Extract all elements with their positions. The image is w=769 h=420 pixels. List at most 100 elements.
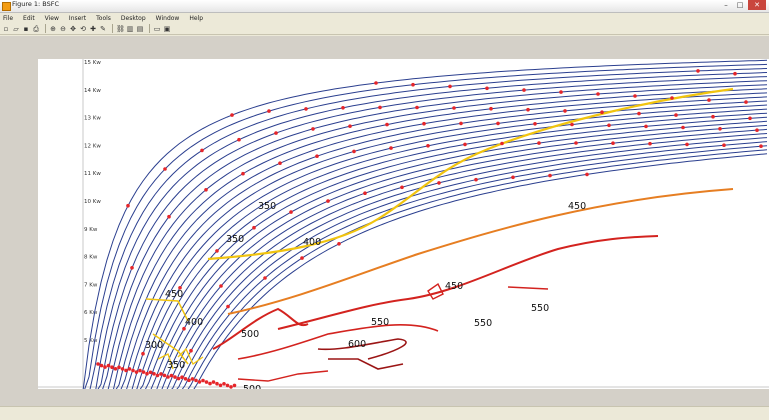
- data-point: [229, 385, 233, 389]
- data-point: [485, 86, 489, 91]
- y-tick-label: 13 Kw: [84, 116, 101, 122]
- data-point: [163, 167, 167, 171]
- data-point: [448, 84, 452, 89]
- data-point: [130, 266, 134, 270]
- data-point: [187, 378, 191, 383]
- y-tick-label: 14 Kw: [84, 88, 101, 94]
- menu-insert[interactable]: Insert: [69, 15, 86, 22]
- data-point: [570, 122, 574, 127]
- data-point: [352, 149, 356, 154]
- data-point: [189, 348, 193, 353]
- zoom-in-icon[interactable]: ⊕: [49, 25, 57, 33]
- minimize-button[interactable]: –: [720, 0, 732, 10]
- maximize-button[interactable]: □: [734, 0, 746, 10]
- data-point: [201, 378, 205, 383]
- data-point: [103, 365, 107, 369]
- data-point: [194, 378, 198, 383]
- data-point: [389, 146, 393, 150]
- link-icon[interactable]: ⛓: [116, 25, 125, 33]
- menu-tools[interactable]: Tools: [96, 15, 111, 22]
- bsfc-plot-axes[interactable]: 5 Kw 6 Kw 7 Kw 8 Kw 9 Kw 10 Kw 11 Kw 12 Kw 13 Kw…: [38, 59, 769, 389]
- show-tools-icon[interactable]: ▣: [163, 25, 171, 33]
- data-point: [138, 368, 142, 373]
- data-point: [378, 105, 382, 110]
- data-point: [718, 127, 722, 131]
- contour-label: 450: [445, 281, 463, 292]
- data-point: [131, 368, 135, 373]
- contour-label: 350: [258, 201, 276, 212]
- data-point: [526, 107, 530, 112]
- data-point: [218, 383, 223, 388]
- data-point: [241, 171, 245, 176]
- data-point: [99, 363, 104, 368]
- data-point: [644, 124, 648, 129]
- data-point: [134, 370, 139, 374]
- data-point: [159, 372, 163, 376]
- data-point: [411, 82, 415, 87]
- data-point: [200, 148, 204, 153]
- data-point: [126, 203, 130, 208]
- print-icon[interactable]: ⎙: [32, 25, 40, 33]
- data-point: [559, 90, 563, 94]
- data-point: [311, 127, 315, 131]
- window-title: Figure 1: BSFC: [12, 0, 60, 8]
- menu-file[interactable]: File: [3, 15, 13, 22]
- data-point: [633, 94, 637, 98]
- menu-edit[interactable]: Edit: [23, 15, 35, 22]
- data-point: [374, 81, 378, 85]
- data-point: [596, 92, 600, 96]
- contour-label: 350: [167, 360, 185, 371]
- data-point: [127, 367, 132, 371]
- data-point: [337, 242, 341, 246]
- data-point: [204, 188, 208, 192]
- data-point: [267, 109, 271, 113]
- data-point: [180, 375, 184, 380]
- data-point: [252, 225, 256, 230]
- data-point: [155, 373, 160, 378]
- contour-label: 350: [226, 234, 244, 245]
- data-point: [341, 106, 345, 110]
- data-point: [315, 154, 319, 158]
- data-point: [167, 214, 171, 219]
- hide-tools-icon[interactable]: ▭: [153, 25, 161, 33]
- contour-label: 450: [568, 201, 586, 212]
- brush-icon[interactable]: ✎: [99, 25, 107, 33]
- data-point: [278, 161, 282, 165]
- y-tick-label: 10 Kw: [84, 199, 101, 205]
- menu-view[interactable]: View: [45, 15, 59, 22]
- pan-icon[interactable]: ✥: [69, 25, 77, 33]
- data-point: [274, 131, 278, 135]
- close-button[interactable]: ✕: [748, 0, 766, 10]
- data-point: [304, 107, 308, 111]
- data-point: [459, 121, 463, 126]
- legend-icon[interactable]: ▤: [136, 25, 144, 33]
- data-point: [215, 249, 219, 253]
- data-point: [437, 181, 441, 185]
- menu-desktop[interactable]: Desktop: [121, 15, 146, 22]
- y-tick-label: 12 Kw: [84, 143, 101, 149]
- menu-window[interactable]: Window: [156, 15, 180, 22]
- data-cursor-icon[interactable]: ✚: [89, 25, 97, 33]
- toolbar-separator: [112, 24, 113, 33]
- open-icon[interactable]: ▱: [12, 25, 20, 33]
- rotate-icon[interactable]: ⟲: [79, 25, 87, 33]
- menu-help[interactable]: Help: [189, 15, 203, 22]
- data-point: [289, 210, 293, 214]
- data-point: [124, 368, 128, 373]
- data-point: [141, 351, 145, 356]
- toolbar-separator: [149, 24, 150, 33]
- y-tick-label: 6 Kw: [84, 310, 98, 316]
- data-point: [537, 141, 541, 145]
- new-icon[interactable]: ▫: [2, 25, 10, 33]
- data-point: [230, 113, 234, 117]
- data-point: [500, 141, 504, 146]
- colorbar-icon[interactable]: ▥: [126, 25, 134, 33]
- data-point: [173, 375, 177, 379]
- data-point: [219, 284, 223, 288]
- data-point: [169, 373, 174, 378]
- save-icon[interactable]: ▪: [22, 25, 30, 33]
- data-point: [733, 71, 737, 76]
- data-point: [106, 363, 111, 368]
- contour-label: 550: [474, 318, 492, 329]
- zoom-out-icon[interactable]: ⊖: [59, 25, 67, 33]
